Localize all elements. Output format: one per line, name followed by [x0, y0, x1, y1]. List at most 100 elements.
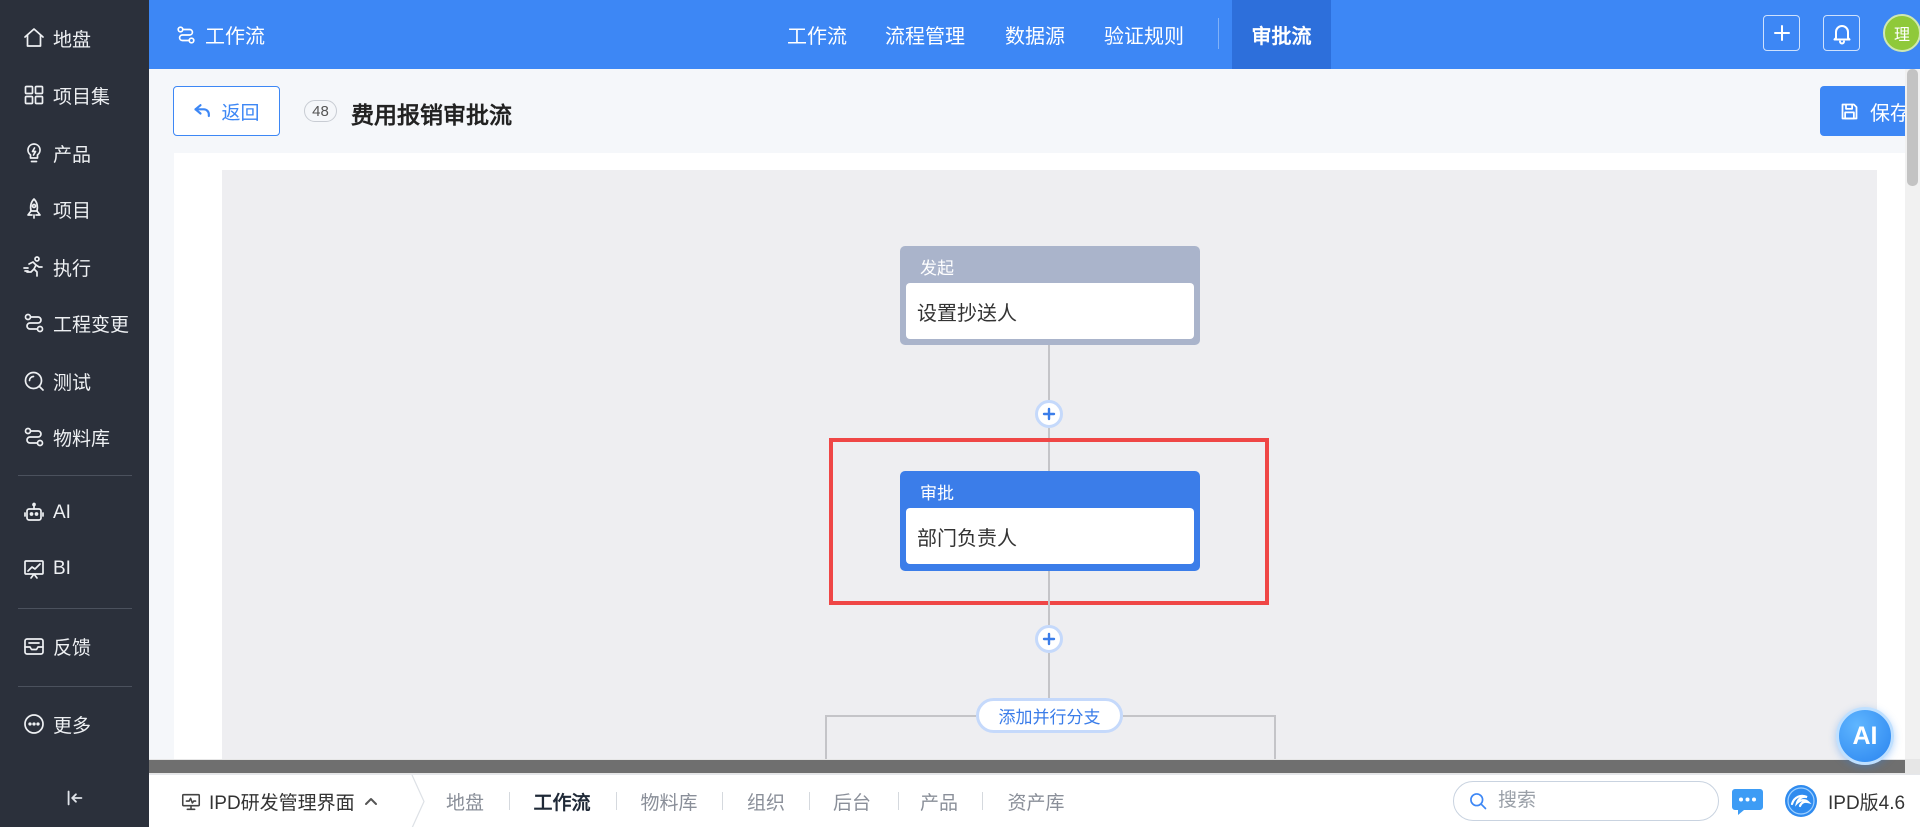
- sidebar-item-label: 项目: [53, 200, 92, 222]
- sidebar-item-execution[interactable]: 执行: [0, 245, 149, 289]
- tab-process-management[interactable]: 流程管理: [885, 0, 965, 69]
- back-button-label: 返回: [221, 102, 260, 124]
- sidebar-item-more[interactable]: 更多: [0, 702, 149, 746]
- bottom-tab-workflow[interactable]: 工作流: [533, 775, 590, 827]
- tab-separator: [722, 792, 723, 810]
- branch-line: [825, 715, 976, 717]
- tab-separator: [898, 792, 899, 810]
- tab-datasource[interactable]: 数据源: [1005, 0, 1065, 69]
- chat-icon[interactable]: [1730, 787, 1765, 817]
- sidebar-item-project[interactable]: 项目: [0, 187, 149, 231]
- search-circle-icon: [24, 371, 44, 391]
- sidebar-item-label: 地盘: [53, 29, 92, 51]
- sidebar-item-label: 测试: [53, 372, 92, 394]
- add-parallel-branch-button[interactable]: 添加并行分支: [976, 698, 1123, 733]
- sidebar-item-materials[interactable]: 物料库: [0, 415, 149, 459]
- vertical-scrollbar[interactable]: [1905, 69, 1920, 759]
- bell-icon: [1833, 25, 1850, 45]
- rocket-icon: [27, 198, 41, 219]
- tab-approval-flow[interactable]: 审批流: [1232, 0, 1331, 69]
- sidebar-item-label: 产品: [53, 144, 92, 166]
- sidebar-item-test[interactable]: 测试: [0, 359, 149, 403]
- lightbulb-icon: [27, 143, 41, 163]
- plus-icon: [1042, 632, 1056, 646]
- sidebar-divider: [18, 608, 132, 609]
- node-content: 部门负责人: [906, 508, 1194, 564]
- save-icon: [1841, 103, 1858, 119]
- notifications-button[interactable]: [1823, 15, 1860, 51]
- bottom-tab-organization[interactable]: 组织: [747, 775, 785, 827]
- flow-icon: [177, 25, 195, 44]
- flow-node-approval[interactable]: 审批 部门负责人: [900, 471, 1200, 571]
- breadcrumb-chevron: [411, 775, 425, 827]
- sidebar: 地盘 项目集 产品 项目 执行 工程变更 测试 物料库 AI BI 反馈 更多: [0, 0, 149, 827]
- bottom-tab-assets[interactable]: 资产库: [1007, 775, 1064, 827]
- workspace-label: IPD研发管理界面: [209, 793, 355, 814]
- sidebar-item-product[interactable]: 产品: [0, 131, 149, 175]
- connector-line: [1048, 571, 1050, 625]
- node-type-label: 发起: [920, 259, 954, 278]
- more-icon: [24, 714, 44, 734]
- add-node-button[interactable]: [1035, 400, 1063, 428]
- back-button[interactable]: 返回: [173, 86, 280, 136]
- tab-validation-rules[interactable]: 验证规则: [1104, 0, 1184, 69]
- sidebar-divider: [18, 686, 132, 687]
- connector-line: [1048, 345, 1050, 400]
- bottom-bar: IPD研发管理界面 地盘 工作流 物料库 组织 后台 产品 资产库 IPD版4.…: [149, 774, 1920, 827]
- bottom-tab-dashboard[interactable]: 地盘: [446, 775, 484, 827]
- connector-line: [1048, 428, 1050, 471]
- home-icon: [24, 28, 44, 47]
- tab-separator: [982, 792, 983, 810]
- sidebar-item-dashboard[interactable]: 地盘: [0, 16, 149, 60]
- flow-icon: [24, 313, 44, 333]
- robot-icon: [24, 502, 44, 521]
- sidebar-item-bi[interactable]: BI: [0, 547, 149, 591]
- bottom-tab-backend[interactable]: 后台: [833, 775, 871, 827]
- sidebar-item-feedback[interactable]: 反馈: [0, 624, 149, 668]
- horizontal-scrollbar[interactable]: [149, 759, 1920, 774]
- add-node-button[interactable]: [1035, 625, 1063, 653]
- tab-separator: [809, 792, 810, 810]
- plus-icon: [1042, 407, 1056, 421]
- node-content: 设置抄送人: [906, 283, 1194, 339]
- top-navigation-bar: 工作流 工作流 流程管理 数据源 验证规则 审批流 理: [149, 0, 1920, 69]
- tab-separator: [616, 792, 617, 810]
- search-input[interactable]: [1498, 790, 1698, 812]
- avatar: 理: [1883, 14, 1920, 52]
- module-title[interactable]: 工作流: [175, 0, 265, 69]
- sidebar-item-label: 更多: [53, 715, 92, 737]
- page-title: 费用报销审批流: [351, 102, 512, 128]
- flow-node-initiator[interactable]: 发起 设置抄送人: [900, 246, 1200, 345]
- sidebar-item-program[interactable]: 项目集: [0, 73, 149, 117]
- bottom-tab-materials[interactable]: 物料库: [640, 775, 697, 827]
- logo-icon: [1785, 785, 1817, 817]
- search-box[interactable]: [1453, 781, 1719, 821]
- sidebar-item-ai[interactable]: AI: [0, 491, 149, 535]
- tab-separator: [509, 792, 510, 810]
- add-button[interactable]: [1763, 15, 1800, 51]
- sidebar-divider: [18, 475, 132, 476]
- tab-workflow[interactable]: 工作流: [787, 0, 847, 69]
- sidebar-item-label: BI: [53, 558, 71, 579]
- horizontal-scrollbar-thumb[interactable]: [149, 760, 1905, 773]
- user-avatar-button[interactable]: 理: [1883, 14, 1920, 54]
- save-button-label: 保存: [1870, 102, 1910, 125]
- sidebar-item-label: AI: [53, 502, 71, 523]
- flow-icon: [24, 427, 44, 447]
- sidebar-item-label: 执行: [53, 258, 92, 280]
- sidebar-item-engineering-change[interactable]: 工程变更: [0, 301, 149, 345]
- sidebar-item-label: 反馈: [53, 637, 92, 659]
- workspace-switcher[interactable]: IPD研发管理界面: [180, 775, 378, 827]
- monitor-icon: [181, 793, 201, 810]
- ai-assistant-button[interactable]: AI: [1836, 707, 1894, 765]
- back-arrow-icon: [194, 104, 211, 118]
- version-label: IPD版4.6: [1828, 793, 1906, 814]
- module-title-label: 工作流: [205, 26, 265, 48]
- chart-board-icon: [24, 560, 44, 579]
- sidebar-collapse-button[interactable]: [0, 776, 149, 820]
- plus-icon: [1773, 25, 1790, 41]
- bottom-tab-product[interactable]: 产品: [920, 775, 958, 827]
- branch-line: [1274, 715, 1276, 759]
- node-type-label: 审批: [920, 484, 954, 503]
- vertical-scrollbar-thumb[interactable]: [1907, 69, 1918, 186]
